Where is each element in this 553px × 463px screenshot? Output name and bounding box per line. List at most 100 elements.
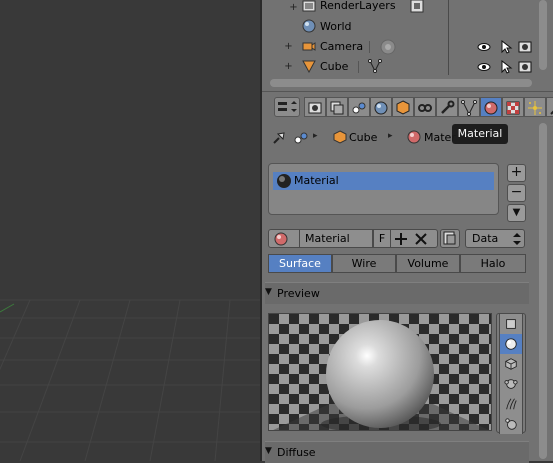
camera-data-icon <box>380 39 396 55</box>
outliner-label: Camera <box>320 40 364 53</box>
render-layers-icon <box>410 0 424 13</box>
eye-icon[interactable] <box>477 40 491 54</box>
sphere-world-icon <box>500 417 522 431</box>
modifiers-icon <box>437 100 457 116</box>
add-slot-button[interactable]: + <box>507 164 526 182</box>
preview-type-column <box>496 313 526 434</box>
outliner-row-camera[interactable]: + Camera <box>262 37 553 57</box>
preview-type-cube[interactable] <box>499 354 523 374</box>
diffuse-panel-header[interactable]: ▼ Diffuse <box>265 441 529 463</box>
cursor-icon[interactable] <box>499 60 513 74</box>
preview-panel-title: Preview <box>277 287 320 300</box>
material-name-text: Material <box>305 232 350 245</box>
mesh-object-icon <box>302 59 316 73</box>
copy-paste-icon[interactable] <box>440 229 460 248</box>
outliner-row-renderlayers[interactable]: + RenderLayers <box>262 0 553 16</box>
outliner-horizontal-scrollbar[interactable] <box>270 79 532 87</box>
preview-type-monkey[interactable] <box>499 374 523 394</box>
material-name-field[interactable]: Material <box>299 229 373 248</box>
outliner-row-cube[interactable]: + Cube <box>262 57 553 77</box>
material-browse-icon[interactable] <box>272 231 296 246</box>
world-icon <box>371 100 391 116</box>
remove-slot-button[interactable]: − <box>507 184 526 202</box>
preview-type-flat[interactable] <box>499 314 523 334</box>
render-camera-icon[interactable] <box>518 40 532 54</box>
material-slot-label: Material <box>294 174 339 187</box>
context-tab-render[interactable] <box>304 97 326 117</box>
constraints-icon <box>415 100 435 116</box>
context-tab-constraints[interactable] <box>414 97 436 117</box>
new-material-icon[interactable] <box>393 231 409 247</box>
outliner-row-world[interactable]: World <box>262 17 553 37</box>
unlink-icon[interactable] <box>413 231 429 247</box>
context-tab-object[interactable] <box>392 97 414 117</box>
updown-arrows-icon <box>512 231 522 247</box>
3d-viewport[interactable] <box>0 0 260 461</box>
hair-icon <box>500 397 522 411</box>
link-dropdown[interactable]: Data <box>465 229 525 248</box>
diffuse-panel-title: Diffuse <box>277 446 316 459</box>
material-slot-list[interactable]: Material <box>268 163 499 215</box>
data-icon <box>459 100 479 116</box>
expand-icon[interactable]: + <box>284 62 293 72</box>
camera-icon <box>302 39 316 53</box>
link-value: Data <box>472 232 499 245</box>
context-tab-material[interactable] <box>480 97 502 117</box>
outliner-label: RenderLayers <box>320 0 396 12</box>
particles-icon <box>525 100 545 116</box>
mesh-data-icon <box>368 59 382 73</box>
tab-volume[interactable]: Volume <box>396 254 460 273</box>
world-icon <box>302 19 316 33</box>
physics-icon <box>547 100 553 116</box>
expand-icon[interactable]: + <box>289 3 298 13</box>
material-sphere-icon <box>276 173 292 189</box>
render-icon <box>305 100 325 116</box>
cursor-icon[interactable] <box>499 40 513 54</box>
breadcrumb-arrow-icon: ▸ <box>313 131 318 141</box>
fake-user-button[interactable]: F <box>373 229 391 248</box>
material-icon <box>407 130 421 144</box>
collapse-arrow-icon: ▼ <box>265 446 272 456</box>
render-camera-icon[interactable] <box>518 60 532 74</box>
tab-wire[interactable]: Wire <box>332 254 396 273</box>
context-tab-physics[interactable] <box>546 97 553 117</box>
context-tab-modifiers[interactable] <box>436 97 458 117</box>
material-slot-item[interactable]: Material <box>273 172 494 190</box>
viewport-grid <box>0 299 260 461</box>
context-tab-data[interactable] <box>458 97 480 117</box>
sphere-icon <box>500 337 522 351</box>
preview-type-sphere[interactable] <box>499 334 523 354</box>
context-tab-render-layers[interactable] <box>326 97 348 117</box>
outliner[interactable]: + RenderLayers World + Camera + Cube <box>262 0 553 91</box>
properties-vertical-scrollbar[interactable] <box>539 123 547 459</box>
pin-icon[interactable] <box>272 131 286 145</box>
context-tab-world[interactable] <box>370 97 392 117</box>
tab-surface[interactable]: Surface <box>268 254 332 273</box>
preview-type-hair[interactable] <box>499 394 523 414</box>
outliner-vertical-scrollbar[interactable] <box>539 0 547 70</box>
editor-type-menu[interactable] <box>274 97 300 117</box>
preview-panel-header[interactable]: ▼ Preview <box>265 282 529 304</box>
material-icon <box>481 100 501 116</box>
properties-header <box>262 91 553 119</box>
tab-halo[interactable]: Halo <box>460 254 526 273</box>
breadcrumb-object: Cube <box>349 131 378 144</box>
object-icon <box>333 130 347 144</box>
preview-type-sphere-world[interactable] <box>499 414 523 434</box>
scene-icon <box>349 100 369 116</box>
collapse-arrow-icon: ▼ <box>265 287 272 297</box>
properties-editor: ▸ Cube ▸ Mater Material + − ▼ Material F <box>262 119 553 463</box>
slot-specials-menu[interactable]: ▼ <box>507 204 526 222</box>
material-datablock[interactable]: Material F <box>268 229 438 248</box>
object-icon <box>393 100 413 116</box>
context-tab-particles[interactable] <box>524 97 546 117</box>
eye-icon[interactable] <box>477 60 491 74</box>
monkey-icon <box>500 377 522 391</box>
expand-icon[interactable]: + <box>284 42 293 52</box>
context-tab-scene[interactable] <box>348 97 370 117</box>
material-preview-render <box>268 313 492 431</box>
flat-icon <box>500 317 522 331</box>
render-layers-icon <box>302 0 316 13</box>
context-tab-texture[interactable] <box>502 97 524 117</box>
scene-icon <box>293 130 309 146</box>
